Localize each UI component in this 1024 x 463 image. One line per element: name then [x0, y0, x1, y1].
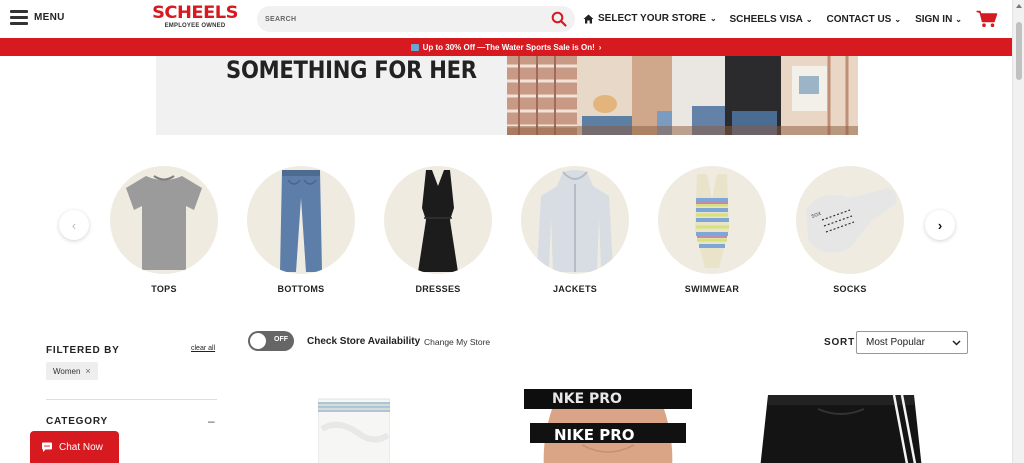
category-bottoms[interactable]: BOTTOMS	[247, 166, 355, 294]
chevron-down-icon: ⌄	[709, 14, 717, 23]
category-label: SOCKS	[833, 284, 867, 294]
chat-label: Chat Now	[59, 441, 103, 453]
category-label: SWIMWEAR	[684, 284, 740, 294]
logo-wordmark: SCHEELS	[152, 3, 238, 23]
product-card-towel[interactable]	[318, 389, 390, 463]
nav-contact-us[interactable]: CONTACT US ⌄	[827, 14, 902, 25]
filtered-by-heading: FILTERED BY	[46, 345, 120, 356]
header-nav: SCHEELS VISA ⌄ CONTACT US ⌄ SIGN IN ⌄	[729, 10, 998, 28]
hero-banner[interactable]: SOMETHING FOR HER	[156, 56, 858, 135]
product-image	[760, 394, 922, 463]
socks-image: sox	[806, 188, 897, 253]
select-store-label: SELECT YOUR STORE	[598, 13, 706, 24]
cart-icon[interactable]	[976, 10, 998, 28]
page: MENU SCHEELS EMPLOYEE OWNED SELECT YOUR …	[0, 0, 1024, 463]
chevron-down-icon: ⌄	[955, 14, 962, 24]
chat-bubble-icon	[42, 442, 52, 452]
carousel-next-button[interactable]: ›	[925, 210, 955, 240]
scroll-up-icon[interactable]	[1016, 4, 1022, 8]
category-image	[110, 166, 218, 274]
hamburger-icon	[10, 10, 28, 25]
tshirt-image	[126, 175, 202, 270]
nav-label: SCHEELS VISA	[729, 13, 803, 25]
toggle-state-label: OFF	[274, 336, 288, 343]
nav-scheels-visa[interactable]: SCHEELS VISA ⌄	[729, 14, 812, 25]
hero-title: SOMETHING FOR HER	[226, 56, 477, 84]
product-print: NIKE PRO	[554, 426, 635, 444]
promo-text: Up to 30% Off —The Water Sports Sale is …	[422, 42, 595, 52]
category-dresses[interactable]: DRESSES	[384, 166, 492, 294]
sort-selected-value: Most Popular	[866, 337, 925, 348]
category-image	[384, 166, 492, 274]
site-header: MENU SCHEELS EMPLOYEE OWNED SELECT YOUR …	[0, 0, 1012, 38]
hero-photo	[507, 56, 858, 135]
chevron-down-icon: ⌄	[894, 14, 902, 24]
chevron-left-icon: ‹	[71, 217, 77, 233]
menu-label: MENU	[34, 12, 65, 23]
carousel-prev-button[interactable]: ‹	[59, 210, 89, 240]
category-label: JACKETS	[552, 284, 598, 294]
category-filter-heading[interactable]: CATEGORY	[46, 416, 108, 427]
category-socks[interactable]: sox SOCKS	[796, 166, 904, 294]
select-store-link[interactable]: SELECT YOUR STORE ⌄	[583, 13, 717, 24]
promo-banner[interactable]: Up to 30% Off —The Water Sports Sale is …	[0, 38, 1012, 56]
toggle-knob	[250, 333, 266, 349]
chat-now-button[interactable]: Chat Now	[30, 431, 119, 463]
scrollbar-thumb[interactable]	[1016, 22, 1022, 80]
hero-text-panel: SOMETHING FOR HER	[156, 56, 508, 135]
search-icon[interactable]	[551, 11, 567, 27]
category-image: sox	[796, 166, 904, 274]
svg-text:NKE PRO: NKE PRO	[552, 391, 622, 407]
change-my-store-link[interactable]: Change My Store	[424, 337, 490, 347]
close-icon[interactable]: ×	[85, 366, 90, 376]
product-image: NKE PRO NIKE PRO	[522, 389, 694, 463]
filter-chip-label: Women	[53, 366, 81, 376]
nav-label: CONTACT US	[826, 13, 892, 25]
clear-all-link[interactable]: clear all	[191, 345, 215, 352]
scheels-logo[interactable]: SCHEELS EMPLOYEE OWNED	[145, 3, 245, 30]
filter-divider	[46, 399, 217, 400]
product-card-shorts[interactable]	[758, 389, 924, 463]
sort-select[interactable]: Most Popular	[856, 331, 968, 354]
nav-sign-in[interactable]: SIGN IN ⌄	[915, 14, 962, 25]
category-image	[658, 166, 766, 274]
vertical-scrollbar[interactable]	[1012, 0, 1024, 463]
home-icon	[583, 14, 594, 23]
chevron-right-icon: ›	[937, 217, 943, 233]
chevron-down-icon: ⌄	[805, 14, 813, 24]
category-jackets[interactable]: JACKETS	[521, 166, 629, 294]
chevron-down-icon	[952, 339, 961, 346]
dress-image	[418, 170, 458, 272]
search-bar	[257, 6, 575, 32]
filter-chip-women[interactable]: Women ×	[46, 362, 98, 380]
water-icon	[410, 43, 419, 51]
product-card-sports-bra[interactable]: NKE PRO NIKE PRO	[522, 389, 694, 463]
nav-label: SIGN IN	[915, 13, 953, 25]
category-label: DRESSES	[415, 284, 461, 294]
store-availability-toggle[interactable]: OFF	[248, 331, 294, 351]
menu-button[interactable]: MENU	[10, 10, 65, 25]
category-tops[interactable]: TOPS	[110, 166, 218, 294]
category-swimwear[interactable]: SWIMWEAR	[658, 166, 766, 294]
promo-arrow-icon: ›	[598, 42, 602, 52]
product-image	[318, 398, 390, 463]
check-store-availability-label: Check Store Availability	[307, 336, 421, 347]
jacket-image	[537, 170, 613, 272]
search-input[interactable]	[265, 15, 551, 23]
logo-tagline: EMPLOYEE OWNED	[164, 23, 226, 29]
category-label: BOTTOMS	[277, 284, 325, 294]
category-image	[247, 166, 355, 274]
jeans-image	[280, 170, 322, 272]
category-image	[521, 166, 629, 274]
sort-label: SORT	[824, 337, 855, 348]
swimsuit-image	[695, 174, 729, 268]
category-label: TOPS	[151, 284, 177, 294]
collapse-icon[interactable]: –	[208, 414, 215, 428]
